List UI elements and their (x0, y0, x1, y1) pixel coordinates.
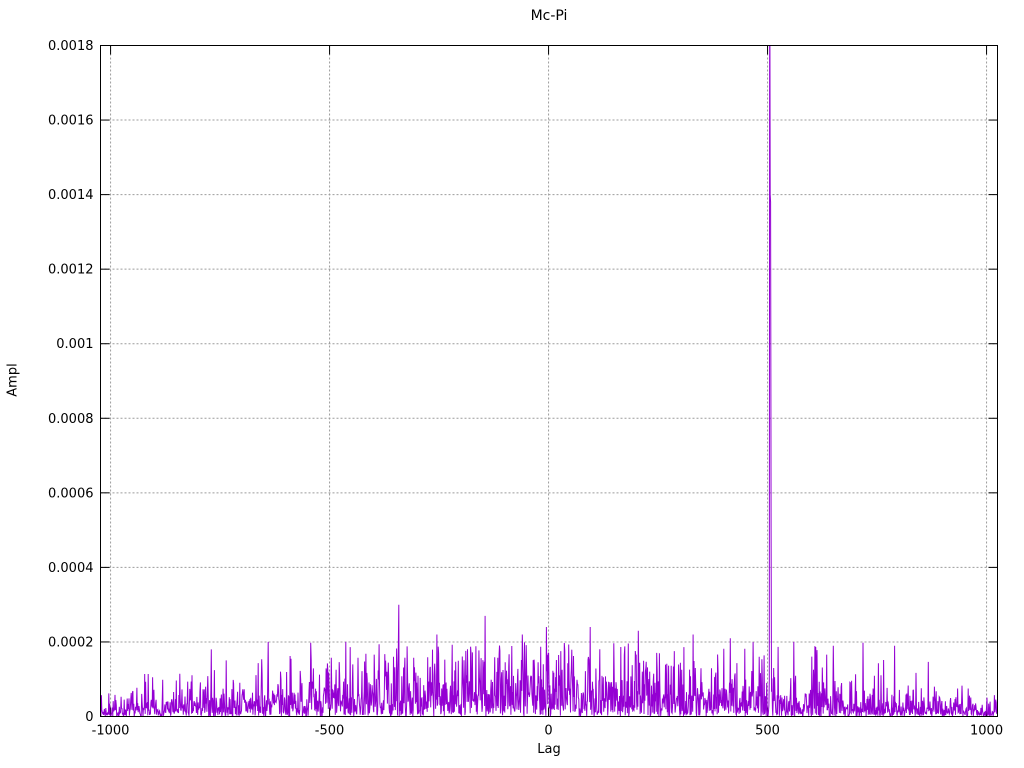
y-tick-label: 0.0012 (48, 263, 94, 278)
plot-area: 0 0.0002 0.0004 0.0006 0.0008 0.001 0.0012 0.00… (48, 39, 1003, 739)
y-tick-label: 0.0002 (48, 635, 94, 650)
y-tick-label: 0.001 (56, 337, 93, 352)
y-tick-label: 0.0004 (48, 561, 94, 576)
x-tick-label: 0 (544, 724, 552, 739)
y-tick-label: 0.0014 (48, 188, 94, 203)
chart-figure: Mc-Pi Ampl Lag 0 0.0002 0.0004 0.0006 0.0008… (0, 0, 1024, 768)
y-tick-label: 0.0008 (48, 412, 94, 427)
y-tick-label: 0.0016 (48, 114, 94, 129)
y-tick-label: 0.0006 (48, 486, 94, 501)
x-tick-label: 500 (755, 724, 780, 739)
x-tick-label: 1000 (970, 724, 1003, 739)
x-tick-label: -1000 (92, 724, 130, 739)
y-tick-label: 0.0018 (48, 39, 94, 54)
x-tick-label: -500 (315, 724, 345, 739)
